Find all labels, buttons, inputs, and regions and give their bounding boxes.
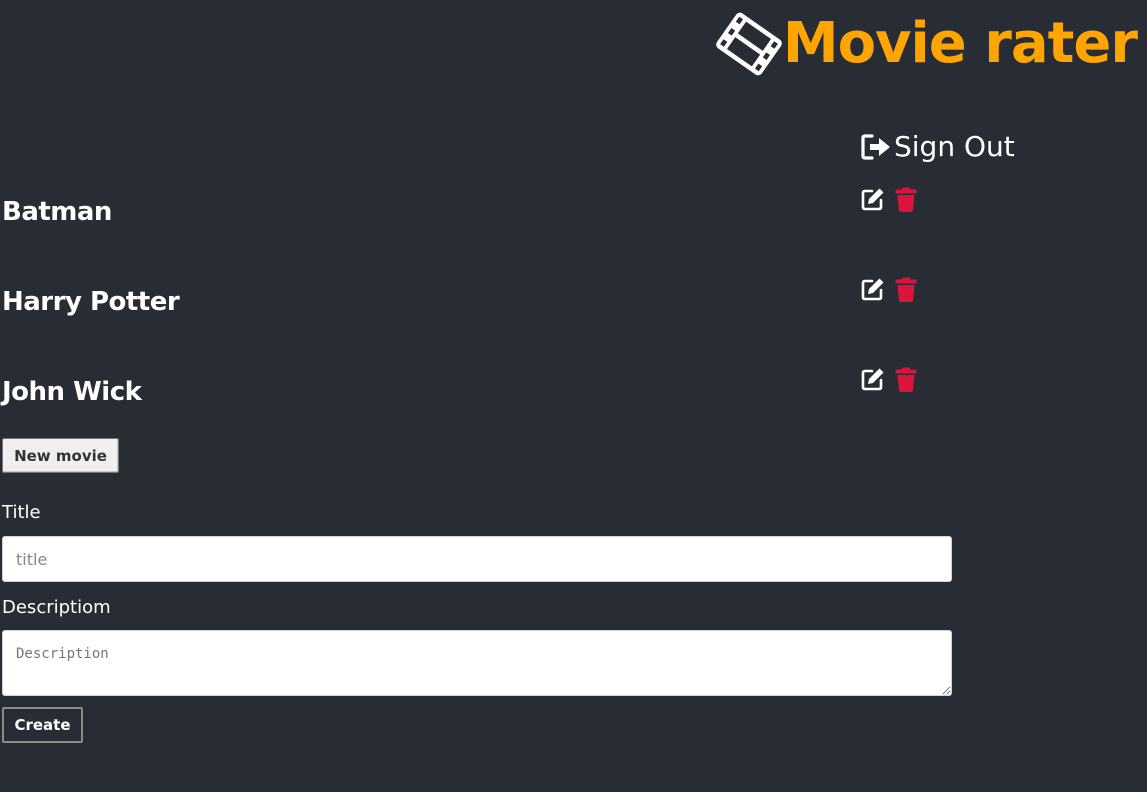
movie-actions: [860, 277, 917, 302]
new-movie-button[interactable]: New movie: [2, 438, 119, 473]
trash-icon[interactable]: [895, 367, 917, 392]
sign-out-icon: [861, 133, 890, 160]
sign-out-button[interactable]: Sign Out: [860, 130, 1015, 163]
description-textarea[interactable]: [2, 630, 952, 696]
trash-icon[interactable]: [895, 187, 917, 212]
movie-actions: [860, 367, 917, 392]
title-label: Title: [2, 502, 41, 523]
edit-icon[interactable]: [860, 277, 885, 302]
film-icon: [716, 12, 782, 76]
edit-icon[interactable]: [860, 367, 885, 392]
title-input[interactable]: [2, 536, 952, 582]
page-title: Movie rater: [782, 11, 1138, 76]
movie-title-batman[interactable]: Batman: [2, 197, 112, 227]
edit-icon[interactable]: [860, 187, 885, 212]
movie-rater-app: Movie rater Sign Out Batman Harry Potter: [0, 0, 1147, 792]
movie-title-harry-potter[interactable]: Harry Potter: [2, 287, 180, 317]
movie-actions: [860, 187, 917, 212]
movie-title-john-wick[interactable]: John Wick: [2, 377, 142, 407]
app-header: Movie rater: [711, 6, 1138, 82]
trash-icon[interactable]: [895, 277, 917, 302]
description-label: Descriptiom: [2, 597, 111, 618]
create-button[interactable]: Create: [2, 707, 83, 743]
sign-out-label: Sign Out: [894, 130, 1015, 163]
